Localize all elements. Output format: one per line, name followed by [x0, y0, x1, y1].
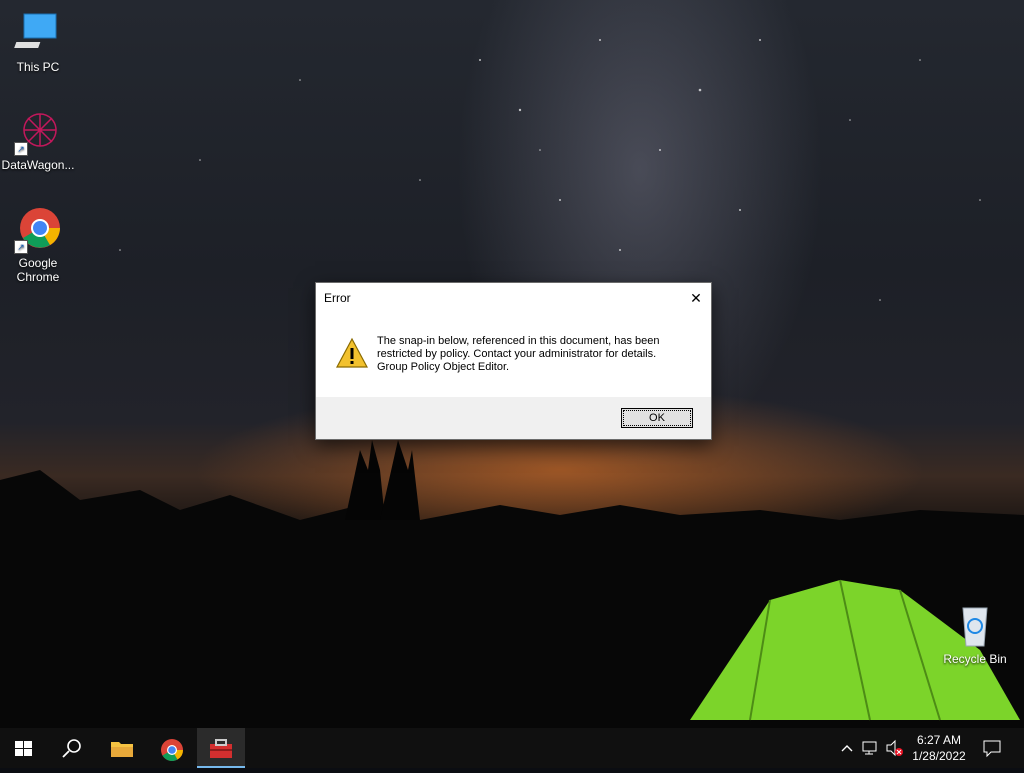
file-explorer-icon	[111, 742, 133, 757]
taskbar-chrome[interactable]	[148, 728, 196, 768]
volume-muted-icon	[886, 739, 903, 757]
clock-time: 6:27 AM	[916, 733, 962, 747]
shortcut-arrow-icon: ↗	[14, 240, 28, 254]
clock-date: 1/28/2022	[912, 749, 966, 763]
dialog-footer: OK	[316, 397, 711, 439]
error-dialog: Error ✕ The snap-in below, referenced in…	[315, 282, 712, 440]
chrome-icon	[161, 739, 183, 761]
close-icon: ✕	[690, 290, 702, 306]
chrome-icon: ↗	[14, 206, 62, 254]
warning-icon	[335, 337, 369, 368]
recycle-bin-icon	[951, 602, 999, 650]
ok-button[interactable]: OK	[621, 408, 693, 428]
this-pc-icon	[14, 10, 62, 58]
taskbar-toolbox-app[interactable]	[197, 728, 245, 768]
volume-tray-button[interactable]	[884, 728, 906, 768]
action-center-button[interactable]	[978, 728, 1008, 768]
chevron-up-icon	[841, 745, 853, 752]
dialog-title: Error	[324, 291, 351, 305]
network-icon	[862, 741, 877, 755]
dialog-message-line: Group Policy Object Editor.	[377, 361, 510, 373]
show-hidden-icons[interactable]	[838, 728, 856, 768]
desktop-icon-label: This PC	[16, 60, 60, 74]
desktop-icon-this-pc[interactable]: This PC	[0, 10, 76, 74]
desktop-icon-label: Google Chrome	[16, 256, 60, 284]
desktop-icon-label: Recycle Bin	[943, 652, 1007, 666]
taskbar-clock[interactable]: 6:27 AM 1/28/2022	[906, 732, 972, 764]
network-tray-button[interactable]	[860, 728, 882, 768]
dialog-content: The snap-in below, referenced in this do…	[316, 313, 711, 397]
dialog-titlebar[interactable]: Error ✕	[316, 283, 711, 313]
start-button[interactable]	[0, 728, 48, 768]
taskbar: 6:27 AM 1/28/2022	[0, 728, 1024, 768]
toolbox-app-icon	[210, 739, 232, 758]
start-icon	[15, 741, 32, 756]
datawagon-icon: ↗	[14, 108, 62, 156]
desktop-icon-label: DataWagon...	[1, 158, 75, 172]
shortcut-arrow-icon: ↗	[14, 142, 28, 156]
desktop-icon-datawagon[interactable]: ↗ DataWagon...	[0, 108, 76, 172]
desktop-icon-google-chrome[interactable]: ↗ Google Chrome	[0, 206, 76, 284]
taskbar-file-explorer[interactable]	[98, 728, 146, 768]
dialog-message-line: The snap-in below, referenced in this do…	[377, 335, 660, 347]
search-icon	[62, 739, 81, 758]
search-button[interactable]	[48, 728, 96, 768]
dialog-message-line: restricted by policy. Contact your admin…	[377, 348, 657, 360]
close-button[interactable]: ✕	[681, 283, 711, 313]
notification-icon	[983, 740, 1001, 758]
dialog-message: The snap-in below, referenced in this do…	[377, 335, 697, 374]
desktop-icon-recycle-bin[interactable]: Recycle Bin	[937, 602, 1013, 666]
